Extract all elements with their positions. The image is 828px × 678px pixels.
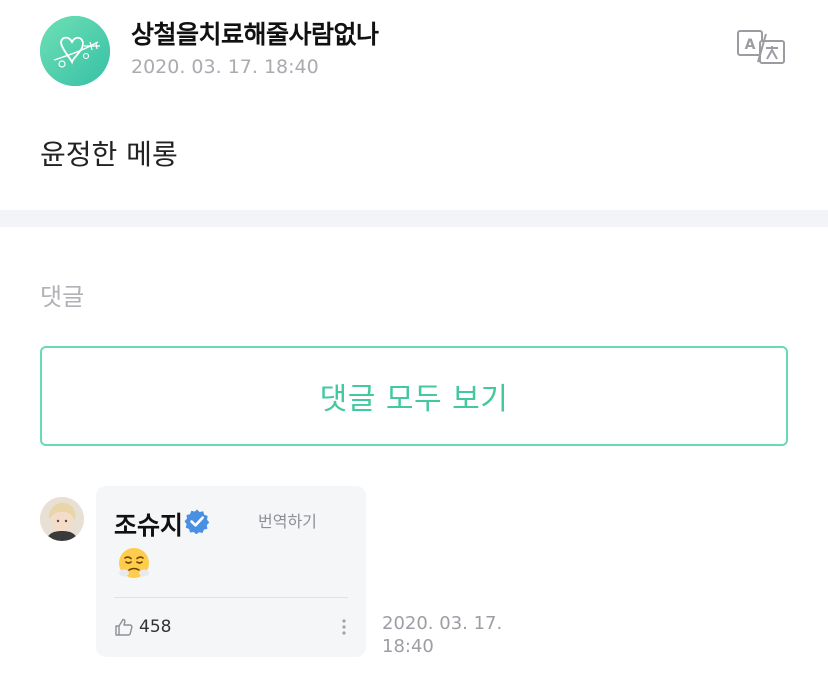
like-button[interactable]: 458 (114, 616, 171, 638)
translate-comment-link[interactable]: 번역하기 (258, 508, 317, 532)
commenter-name[interactable]: 조슈지 (114, 506, 183, 542)
comment-timestamp: 2020. 03. 17. 18:40 (382, 613, 503, 657)
view-all-comments-button[interactable]: 댓글 모두 보기 (40, 346, 788, 446)
more-vertical-icon[interactable] (337, 616, 351, 638)
post-body-text: 윤정한 메롱 (40, 138, 178, 171)
heart-doodle-icon (40, 16, 110, 86)
post-author-name[interactable]: 상철을치료해줄사람없나 (131, 15, 379, 51)
verified-badge-icon (184, 508, 210, 534)
thumbs-up-icon (115, 618, 133, 636)
steam-from-nose-emoji-icon (117, 546, 151, 580)
comments-heading: 댓글 (40, 283, 85, 311)
section-divider (0, 210, 828, 227)
commenter-avatar[interactable] (40, 497, 84, 541)
post-timestamp: 2020. 03. 17. 18:40 (131, 56, 319, 78)
translate-icon[interactable]: A (736, 28, 788, 66)
post-author-avatar[interactable] (40, 16, 110, 86)
svg-text:A: A (745, 37, 756, 53)
comment-divider (114, 597, 348, 598)
like-count: 458 (139, 617, 172, 637)
